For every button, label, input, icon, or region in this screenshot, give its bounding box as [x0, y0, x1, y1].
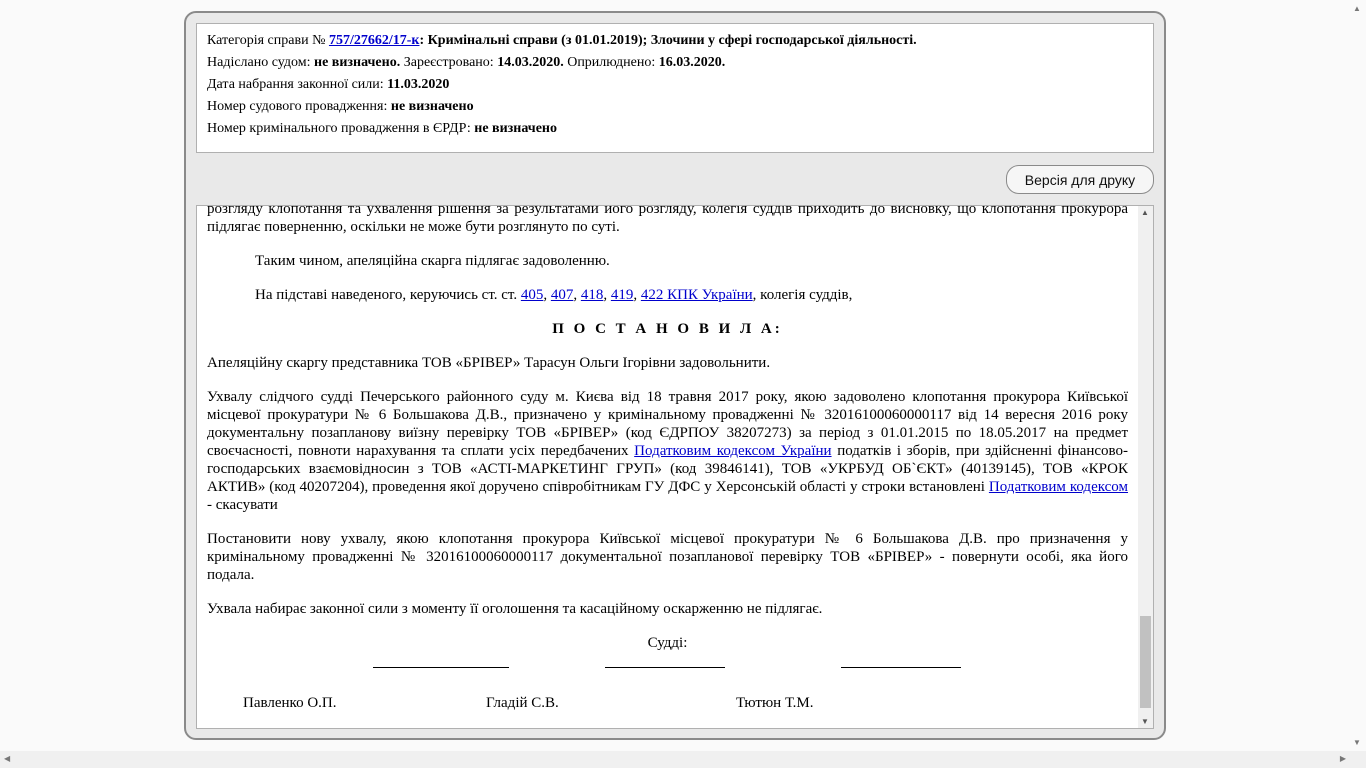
decision-heading: П О С Т А Н О В И Л А:	[552, 321, 783, 337]
case-info-panel: Категорія справи № 757/27662/17-к: Кримі…	[196, 23, 1154, 153]
paragraph: Апеляційну скаргу представника ТОВ «БРІВ…	[207, 355, 771, 371]
judges-label: Судді:	[647, 635, 688, 651]
document-scrollbar[interactable]: ▲ ▼	[1138, 206, 1153, 728]
scrollbar-thumb[interactable]	[1140, 616, 1151, 708]
scroll-down-arrow-icon[interactable]: ▼	[1141, 717, 1149, 726]
judge-name: Тютюн Т.М.	[736, 695, 814, 711]
criminal-proceeding-line: Номер кримінального провадження в ЄРДР: …	[207, 121, 557, 136]
scroll-down-arrow-icon[interactable]: ▼	[1353, 738, 1361, 747]
document-viewer[interactable]: розгляду клопотання та ухвалення рішення…	[196, 205, 1154, 729]
article-405-link[interactable]: 405	[521, 287, 544, 303]
paragraph: Постановити нову ухвалу, якою клопотання…	[207, 531, 1128, 583]
judge-name: Павленко О.П.	[243, 695, 337, 711]
scroll-up-arrow-icon[interactable]: ▲	[1141, 208, 1149, 217]
tax-code-short-link[interactable]: Податковим кодексом	[989, 479, 1128, 495]
signature-line	[841, 666, 961, 668]
paragraph: розгляду клопотання та ухвалення рішення…	[207, 205, 1128, 235]
tax-code-link[interactable]: Податковим кодексом України	[634, 443, 831, 459]
page-horizontal-scrollbar[interactable]: ◀ ▶	[0, 751, 1366, 768]
judge-name: Гладій С.В.	[486, 695, 559, 711]
paragraph: Ухвала набирає законної сили з моменту ї…	[207, 601, 823, 617]
paragraph: Таким чином, апеляційна скарга підлягає …	[255, 253, 610, 269]
judge-names: Павленко О.П. Гладій С.В. Тютюн Т.М.	[207, 694, 1128, 714]
scroll-right-arrow-icon[interactable]: ▶	[1340, 754, 1346, 763]
signature-line	[605, 666, 725, 668]
article-419-link[interactable]: 419	[611, 287, 634, 303]
paragraph-cancel-ruling: Ухвалу слідчого судді Печерського районн…	[207, 389, 1129, 513]
effective-date-line: Дата набрання законної сили: 11.03.2020	[207, 77, 450, 92]
page-vertical-scrollbar[interactable]: ▲ ▼	[1349, 0, 1366, 751]
document-frame: Категорія справи № 757/27662/17-к: Кримі…	[184, 11, 1166, 740]
document-text: розгляду клопотання та ухвалення рішення…	[207, 205, 1129, 714]
signature-line	[373, 666, 509, 668]
article-407-link[interactable]: 407	[551, 287, 574, 303]
case-number-link[interactable]: 757/27662/17-к	[329, 33, 420, 48]
article-422-kpk-link[interactable]: 422 КПК України	[641, 287, 753, 303]
case-category-value: : Кримінальні справи (з 01.01.2019); Зло…	[419, 33, 917, 48]
case-dates-line: Надіслано судом: не визначено. Зареєстро…	[207, 55, 726, 70]
paragraph-legal-basis: На підставі наведеного, керуючись ст. ст…	[255, 287, 853, 303]
scroll-left-arrow-icon[interactable]: ◀	[4, 754, 10, 763]
signature-lines	[207, 656, 1128, 684]
article-418-link[interactable]: 418	[581, 287, 604, 303]
print-version-button[interactable]: Версія для друку	[1006, 165, 1154, 194]
case-category-line: Категорія справи № 757/27662/17-к: Кримі…	[207, 33, 917, 48]
scroll-up-arrow-icon[interactable]: ▲	[1353, 4, 1361, 13]
court-proceeding-line: Номер судового провадження: не визначено	[207, 99, 474, 114]
